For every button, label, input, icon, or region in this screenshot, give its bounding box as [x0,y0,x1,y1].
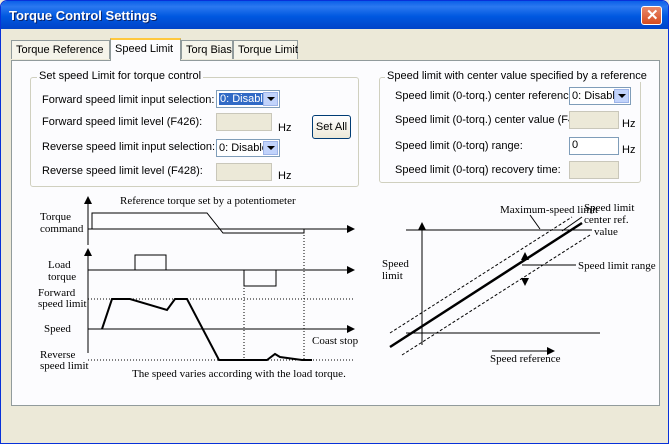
speed-limit-timing-diagram: Reference torque set by a potentiometer … [38,195,359,380]
rev-limit-label-2: speed limit [40,360,89,372]
rev-level-label: Reverse speed limit level (F428): [42,165,203,177]
upper-range-line [389,216,573,334]
tab-torque-reference[interactable]: Torque Reference [11,40,110,59]
x-axis-label: Speed reference [490,353,561,365]
rev-sel-value: 0: Disable [219,142,268,154]
speed-limit-group: Set speed Limit for torque control Forwa… [30,70,359,187]
lower-range-line [401,234,591,356]
torque-label-2: command [40,223,84,235]
tab-torq-bias[interactable]: Torq Bias [181,40,233,59]
y-axis-label-2: limit [382,270,403,282]
speed-limit-range-diagram: Maximum-speed limit Speed limit Speed li… [382,202,656,365]
load-pulse-2 [243,270,277,287]
center-label-2: center ref. [584,214,629,226]
range-field[interactable]: 0 [569,137,619,155]
max-speed-pointer [529,214,541,230]
recovery-field[interactable] [569,161,619,179]
dialog-window: Torque Control Settings ✕ Torque Referen… [0,0,669,444]
range-label: Speed limit (0-torq) range: [395,140,523,152]
load-label-1: Load [48,259,71,271]
fwd-limit-label-2: speed limit [38,298,87,310]
coast-stop-label: Coast stop [312,335,359,347]
tab-panel-speed-limit: Set speed Limit for torque control Forwa… [11,60,660,406]
load-label-2: torque [48,271,76,283]
torque-label-1: Torque [40,211,71,223]
center-label-3: value [594,226,618,238]
close-button[interactable]: ✕ [641,6,662,25]
speed-limit-group-title: Set speed Limit for torque control [37,70,204,82]
center-ref-group-title: Speed limit with center value specified … [385,70,649,82]
window-title: Torque Control Settings [9,8,157,23]
rev-level-field[interactable] [216,163,272,181]
center-ref-label: Speed limit (0-torq.) center reference: [395,90,578,102]
torque-command-waveform [91,212,305,234]
center-value-label: Speed limit (0-torq.) center value (F431… [395,114,594,126]
fwd-level-label: Forward speed limit level (F426): [42,116,203,128]
center-value-unit: Hz [622,118,636,130]
fwd-level-field[interactable] [216,113,272,131]
center-label-1: Speed limit [584,202,634,214]
y-axis-label-1: Speed [382,258,409,270]
center-ref-value: 0: Disabl [572,90,615,102]
rev-sel-label: Reverse speed limit input selection: [42,141,216,153]
chevron-down-icon[interactable] [263,141,278,155]
center-value-field[interactable] [569,111,619,129]
center-ref-line [389,221,583,349]
center-ref-group: Speed limit with center value specified … [379,70,649,183]
fwd-sel-label: Forward speed limit input selection: [42,94,215,106]
ref-torque-caption: Reference torque set by a potentiometer [120,195,296,207]
bottom-caption: The speed varies according with the load… [132,368,346,380]
range-unit: Hz [622,144,636,156]
chevron-down-icon[interactable] [263,92,278,106]
speed-label: Speed [44,323,71,335]
center-ref-combo[interactable]: 0: Disabl [569,87,631,105]
fwd-level-unit: Hz [278,122,292,134]
chevron-down-icon[interactable] [614,89,629,103]
load-pulse-1 [134,254,167,270]
set-all-button[interactable]: Set All [312,115,351,139]
rev-level-unit: Hz [278,170,292,182]
range-label: Speed limit range [578,260,656,272]
title-bar[interactable]: Torque Control Settings ✕ [1,1,668,29]
rev-sel-combo[interactable]: 0: Disable [216,139,280,157]
close-icon: ✕ [646,7,659,24]
recovery-label: Speed limit (0-torq) recovery time: [395,164,561,176]
tab-torque-limit[interactable]: Torque Limit [233,40,298,59]
tab-speed-limit[interactable]: Speed Limit [110,38,181,61]
fwd-sel-combo[interactable]: 0: Disable [216,90,280,108]
